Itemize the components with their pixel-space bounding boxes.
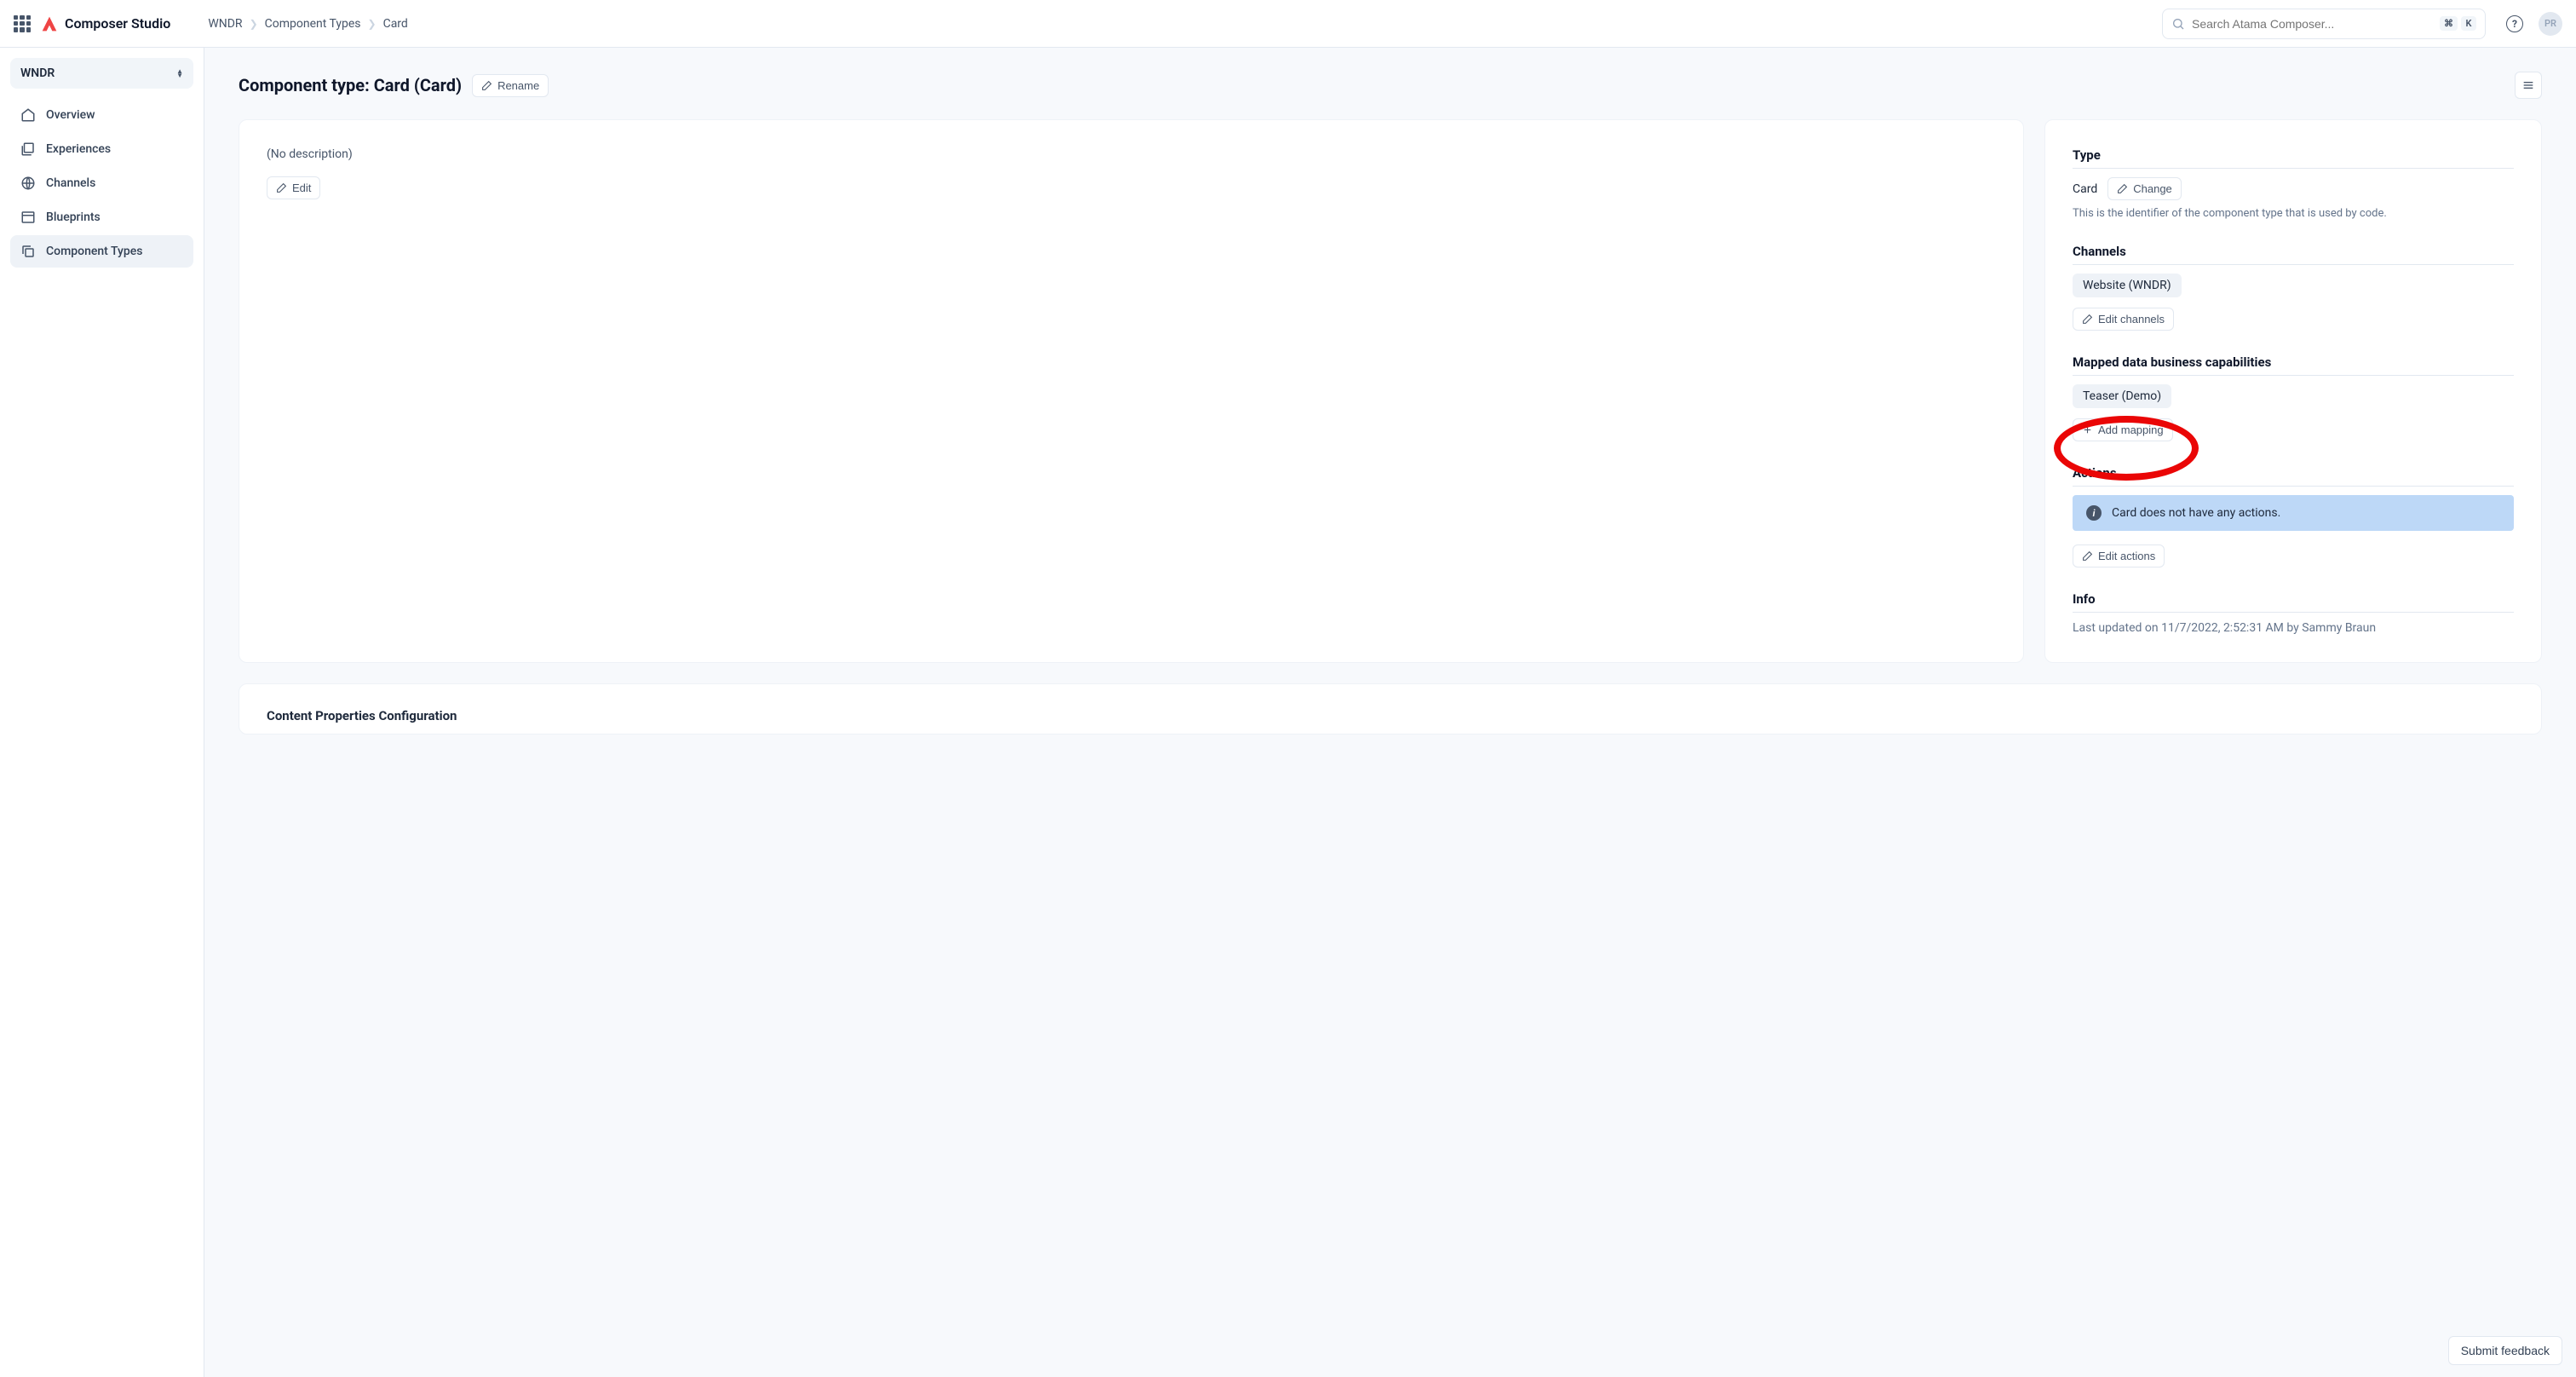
sidebar-item-label: Blueprints — [46, 210, 101, 224]
change-label: Change — [2133, 182, 2172, 195]
channel-chip: Website (WNDR) — [2073, 274, 2182, 297]
breadcrumb-item[interactable]: Card — [383, 17, 408, 31]
sidebar-item-label: Component Types — [46, 245, 142, 258]
kbd-k: K — [2461, 16, 2476, 31]
add-mapping-button[interactable]: Add mapping — [2073, 418, 2173, 441]
rename-button[interactable]: Rename — [472, 74, 549, 97]
page-header: Component type: Card (Card) Rename — [239, 72, 2542, 99]
no-description-text: (No description) — [267, 147, 1996, 161]
sidebar-item-label: Channels — [46, 176, 95, 190]
main-content: Component type: Card (Card) Rename (No d… — [204, 48, 2576, 1377]
app-name: Composer Studio — [65, 15, 170, 32]
pencil-icon — [276, 182, 287, 193]
sidebar-nav: Overview Experiences Channels Blueprints… — [10, 99, 193, 268]
page-menu-button[interactable] — [2515, 72, 2542, 99]
chevron-updown-icon: ▲▼ — [176, 69, 183, 78]
chevron-right-icon: ❯ — [250, 18, 258, 30]
sidebar-item-component-types[interactable]: Component Types — [10, 235, 193, 268]
globe-icon — [20, 176, 36, 191]
search-icon — [2171, 17, 2185, 31]
workspace-name: WNDR — [20, 66, 55, 80]
search-input[interactable] — [2192, 17, 2433, 31]
sidebar-item-blueprints[interactable]: Blueprints — [10, 201, 193, 233]
section-label: Type — [2073, 147, 2514, 163]
menu-icon — [2521, 78, 2535, 92]
section-label: Channels — [2073, 244, 2514, 259]
chevron-right-icon: ❯ — [368, 18, 377, 30]
section-label: Actions — [2073, 465, 2514, 481]
actions-empty-banner: i Card does not have any actions. — [2073, 495, 2514, 531]
sidebar-item-label: Experiences — [46, 142, 111, 156]
page-title: Component type: Card (Card) — [239, 75, 462, 95]
add-mapping-label: Add mapping — [2098, 423, 2164, 436]
plus-icon — [2082, 424, 2093, 435]
user-avatar[interactable]: PR — [2539, 12, 2562, 36]
edit-actions-button[interactable]: Edit actions — [2073, 544, 2165, 568]
type-section: Type Card Change This is the identifier … — [2073, 147, 2514, 220]
workspace-selector[interactable]: WNDR ▲▼ — [10, 58, 193, 89]
app-logo[interactable]: Composer Studio — [41, 15, 170, 32]
section-label: Info — [2073, 591, 2514, 607]
info-section: Info Last updated on 11/7/2022, 2:52:31 … — [2073, 591, 2514, 635]
logo-mark-icon — [41, 15, 58, 32]
edit-description-button[interactable]: Edit — [267, 176, 320, 199]
sidebar-item-overview[interactable]: Overview — [10, 99, 193, 131]
home-icon — [20, 107, 36, 123]
pencil-icon — [2082, 314, 2093, 325]
layout-icon — [20, 210, 36, 225]
submit-feedback-button[interactable]: Submit feedback — [2448, 1336, 2562, 1365]
type-help-text: This is the identifier of the component … — [2073, 207, 2514, 220]
content-properties-panel: Content Properties Configuration — [239, 683, 2542, 735]
edit-label: Edit — [292, 181, 311, 194]
sidebar-item-experiences[interactable]: Experiences — [10, 133, 193, 165]
mapped-section: Mapped data business capabilities Teaser… — [2073, 354, 2514, 441]
topbar: Composer Studio WNDR ❯ Component Types ❯… — [0, 0, 2576, 48]
edit-actions-label: Edit actions — [2098, 550, 2155, 562]
rename-label: Rename — [497, 79, 539, 92]
content-properties-title: Content Properties Configuration — [267, 708, 2514, 723]
help-icon[interactable]: ? — [2506, 15, 2523, 32]
pencil-icon — [2082, 550, 2093, 562]
sidebar: WNDR ▲▼ Overview Experiences Channels Bl… — [0, 48, 204, 1377]
channels-section: Channels Website (WNDR) Edit channels — [2073, 244, 2514, 331]
search-input-wrapper[interactable]: ⌘ K — [2162, 9, 2486, 39]
layers-icon — [20, 141, 36, 157]
info-icon: i — [2086, 505, 2102, 521]
edit-channels-button[interactable]: Edit channels — [2073, 308, 2174, 331]
change-type-button[interactable]: Change — [2107, 177, 2182, 200]
kbd-shortcut: ⌘ K — [2440, 16, 2476, 31]
sidebar-item-label: Overview — [46, 108, 95, 122]
details-panel: Type Card Change This is the identifier … — [2044, 119, 2542, 663]
type-value: Card — [2073, 182, 2097, 196]
pencil-icon — [2117, 183, 2128, 194]
banner-text: Card does not have any actions. — [2112, 506, 2280, 520]
breadcrumbs: WNDR ❯ Component Types ❯ Card — [208, 17, 408, 31]
breadcrumb-item[interactable]: WNDR — [208, 17, 242, 31]
kbd-cmd: ⌘ — [2440, 16, 2458, 31]
description-panel: (No description) Edit — [239, 119, 2024, 663]
pencil-icon — [481, 80, 492, 91]
mapping-chip: Teaser (Demo) — [2073, 384, 2171, 408]
section-label: Mapped data business capabilities — [2073, 354, 2514, 370]
sidebar-item-channels[interactable]: Channels — [10, 167, 193, 199]
breadcrumb-item[interactable]: Component Types — [265, 17, 361, 31]
edit-channels-label: Edit channels — [2098, 313, 2165, 326]
copy-icon — [20, 244, 36, 259]
last-updated-text: Last updated on 11/7/2022, 2:52:31 AM by… — [2073, 621, 2514, 635]
apps-grid-icon[interactable] — [14, 15, 31, 32]
actions-section: Actions i Card does not have any actions… — [2073, 465, 2514, 568]
